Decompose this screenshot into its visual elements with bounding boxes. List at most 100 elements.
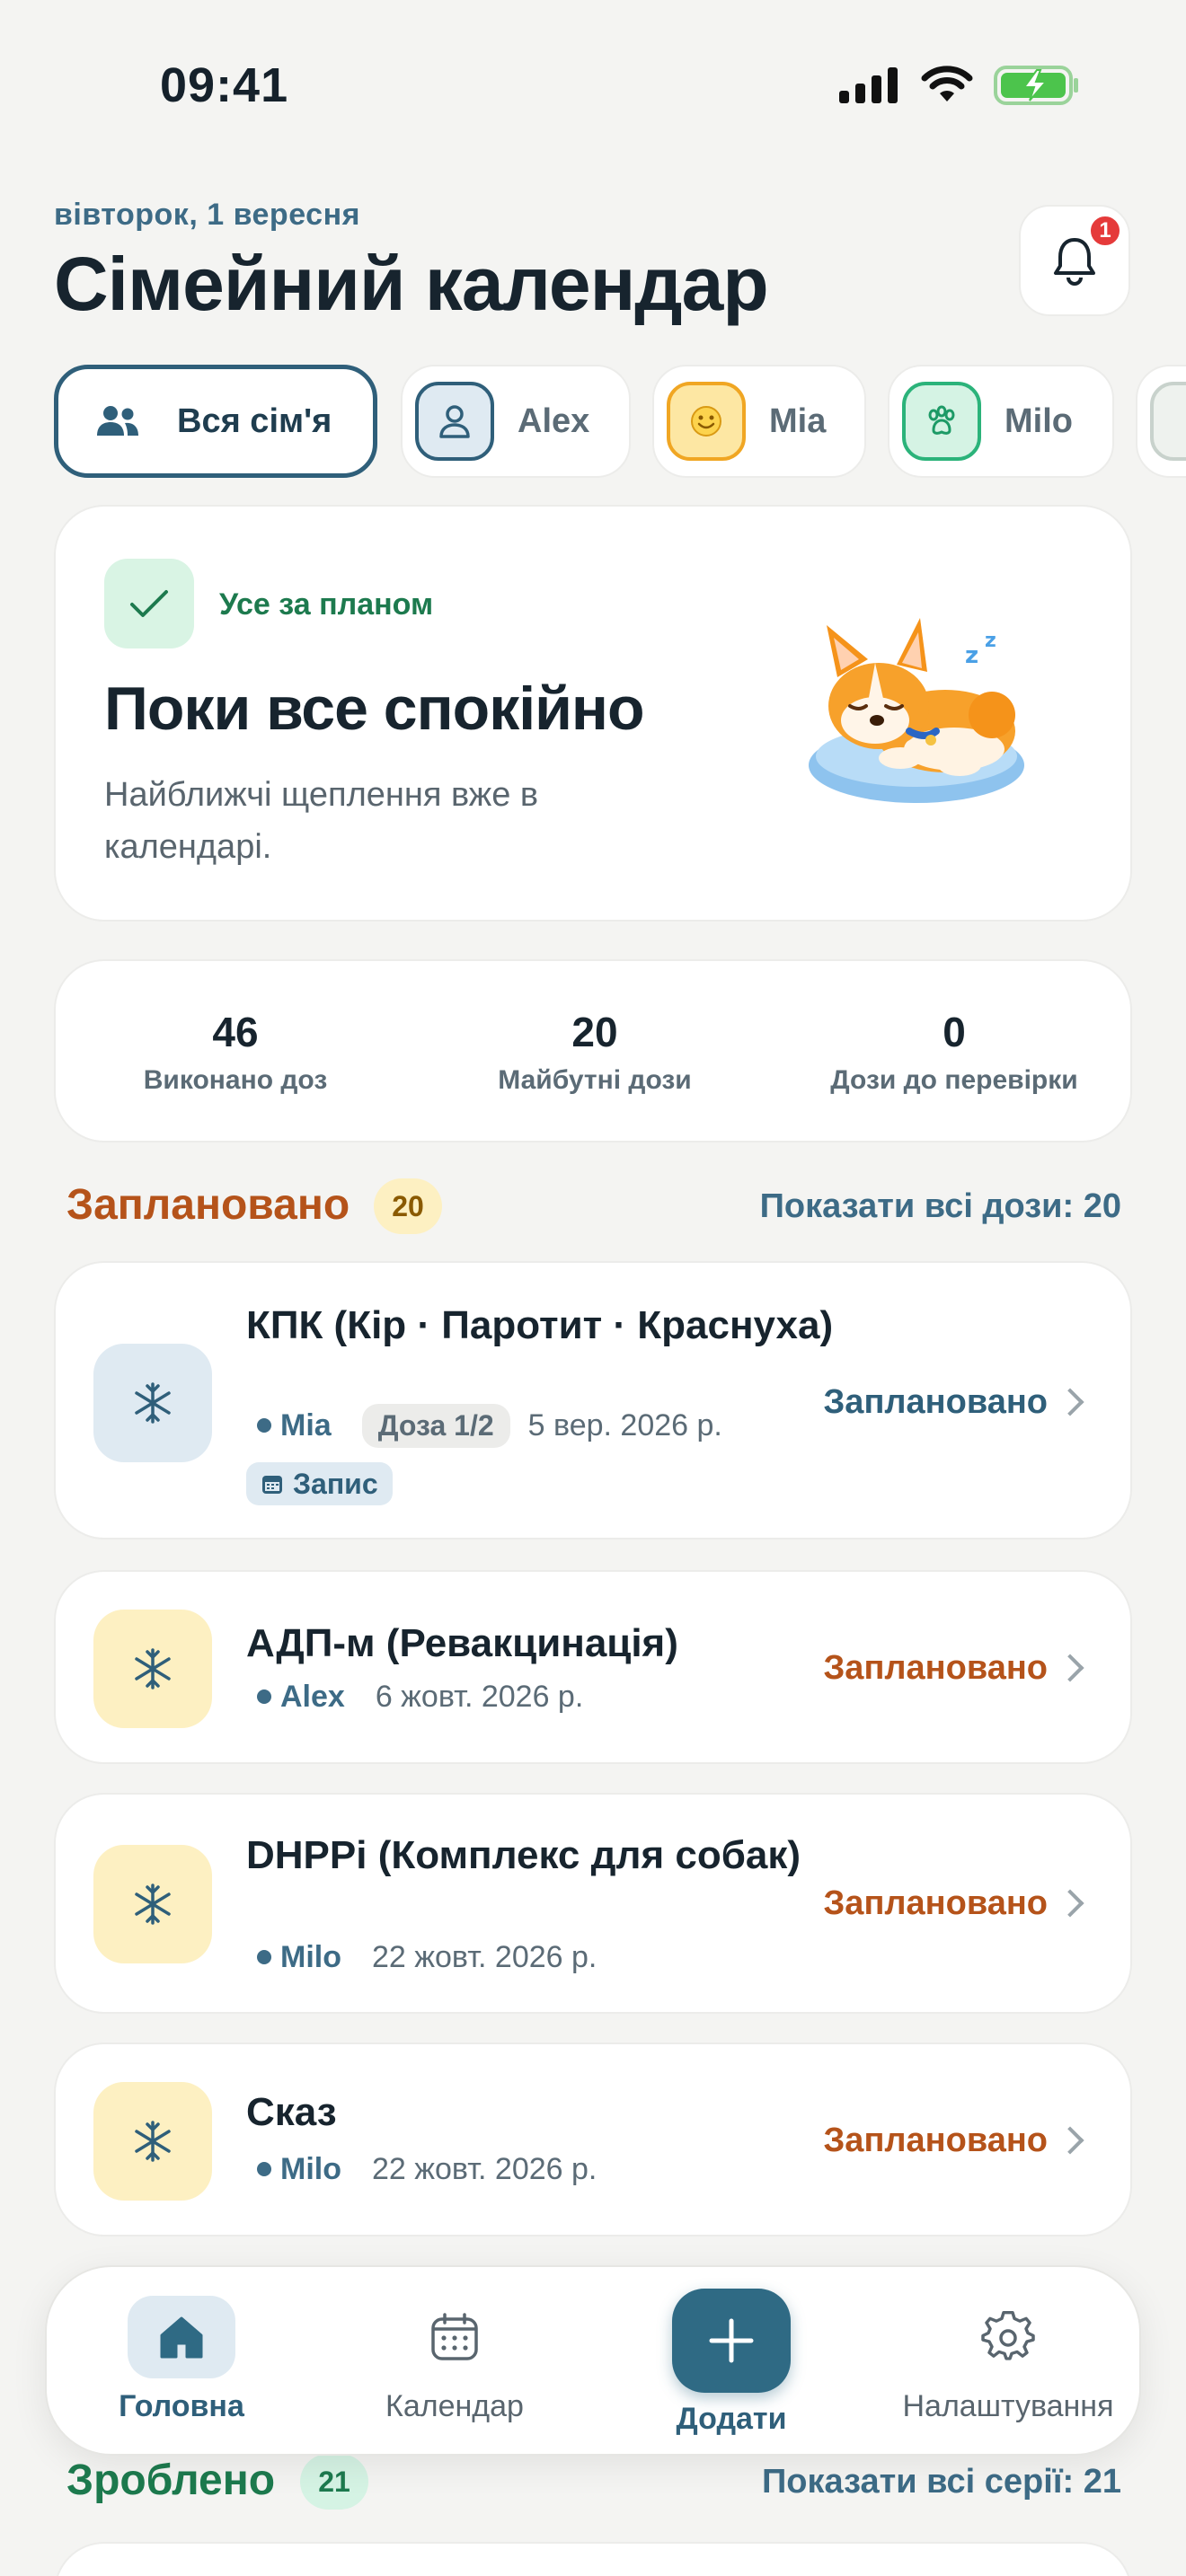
signal-icon [839,67,898,103]
dose-date: 22 жовт. 2026 р. [371,1939,597,1974]
bottom-navigation: Головна Календар Додати Налаштування [45,2265,1141,2456]
show-all-series-link[interactable]: Показати всі серії: 21 [762,2463,1121,2501]
chip-label: Alex [518,401,590,440]
vaccine-icon-badge [93,2082,212,2201]
add-button[interactable] [672,2289,791,2393]
dose-meta: Mia Доза 1/2 5 вер. 2026 р. [257,1403,722,1448]
stat-label: Дози до перевірки [830,1065,1078,1095]
sleeping-corgi-illustration: z z [809,618,1024,803]
dose-stats-card: 46 Виконано доз 20 Майбутні дози 0 Дози … [54,959,1132,1142]
stat-label: Майбутні дози [498,1065,692,1095]
stat-to-review[interactable]: 0 Дози до перевірки [774,1008,1134,1096]
vaccine-icon [135,2121,171,2162]
chip-all-family[interactable]: Вся сім'я [54,365,377,478]
current-date: вівторок, 1 вересня [54,198,360,232]
avatar-more [1150,382,1186,461]
stat-value: 0 [943,1009,966,1055]
nav-home-highlight [128,2296,235,2378]
status-hero-card: Усе за планом Поки все спокійно Найближч… [54,505,1132,922]
appointment-label: Запис [293,1467,378,1500]
dose-member: Milo [280,1939,341,1974]
wifi-icon [921,66,973,101]
dose-card[interactable]: DHPPi (Комплекс для собак) Milo 22 жовт.… [54,1793,1132,2014]
dose-date: 5 вер. 2026 р. [527,1407,722,1442]
done-section-title: Зроблено [66,2457,276,2504]
gear-icon [981,2311,1035,2360]
appointment-chip: Запис [246,1462,393,1505]
chip-milo[interactable]: Milo [888,365,1114,478]
nav-calendar[interactable]: Календар [365,2267,544,2457]
dose-member: Alex [280,1679,345,1714]
battery-charging-icon [994,66,1078,105]
hero-subtitle: Найближчі щеплення вже в календарі. [104,776,539,866]
stat-completed[interactable]: 46 Виконано доз [56,1008,415,1096]
notification-badge: 1 [1088,214,1122,248]
member-dot [257,1418,271,1433]
planned-count-badge: 20 [374,1178,442,1234]
dose-date: 22 жовт. 2026 р. [371,2151,597,2186]
dose-status: Заплановано [823,2122,1049,2159]
nav-label: Головна [119,2389,244,2423]
home-icon [160,2316,203,2359]
chip-label: Mia [769,401,827,440]
show-all-doses-link[interactable]: Показати всі дози: 20 [760,1187,1121,1226]
dose-title: КПК (Кір · Паротит · Краснуха) [246,1303,834,1347]
nav-label: Календар [385,2389,524,2423]
hero-title: Поки все спокійно [104,675,645,743]
chevron-right-icon [1056,1388,1084,1416]
nav-add[interactable]: Додати [642,2267,821,2457]
vaccine-icon [135,1883,171,1925]
smile-icon [691,406,721,437]
check-badge [104,559,194,648]
calendar-icon [431,2313,478,2360]
dose-member: Milo [280,2151,341,2186]
nav-calendar-icon-wrap [401,2296,509,2378]
member-dot [257,1950,271,1964]
member-filter: Вся сім'я Alex Mia Milo [54,365,1186,478]
avatar-mia [667,382,746,461]
people-icon [97,406,138,436]
avatar-alex [415,382,494,461]
avatar-milo [902,382,981,461]
dose-meta: Alex 6 жовт. 2026 р. [257,1674,583,1719]
chevron-right-icon [1056,1654,1084,1682]
vaccine-icon-badge [93,1845,212,1963]
dose-card[interactable]: КПК (Кір · Паротит · Краснуха) Mia Доза … [54,1261,1132,1539]
dose-card[interactable]: Сказ Milo 22 жовт. 2026 р. Заплановано [54,2042,1132,2236]
dose-member: Mia [280,1407,332,1442]
status-time: 09:41 [160,58,289,112]
stat-value: 46 [212,1009,259,1055]
planned-section-title: Заплановано [66,1181,350,1229]
bell-icon [1054,238,1095,286]
nav-label: Налаштування [902,2389,1114,2423]
plus-icon [709,2318,754,2363]
vaccine-icon-badge [93,1610,212,1728]
vaccine-icon [135,1648,171,1689]
nav-settings-icon-wrap [954,2296,1062,2378]
paw-icon [928,405,955,435]
nav-home[interactable]: Головна [92,2267,271,2457]
person-icon [439,405,470,438]
member-dot [257,1689,271,1704]
stat-value: 20 [571,1009,618,1055]
chip-mia[interactable]: Mia [652,365,866,478]
chip-alex[interactable]: Alex [401,365,631,478]
dose-card[interactable]: АДП-м (Ревакцинація) Alex 6 жовт. 2026 р… [54,1570,1132,1764]
stat-label: Виконано доз [143,1065,328,1095]
page-title: Сімейний календар [54,242,769,326]
chip-more[interactable] [1136,365,1186,478]
dose-meta: Milo 22 жовт. 2026 р. [257,1935,597,1980]
dose-title: Сказ [246,2090,337,2134]
nav-settings[interactable]: Налаштування [891,2267,1125,2457]
stat-upcoming[interactable]: 20 Майбутні дози [415,1008,774,1096]
chevron-right-icon [1056,1889,1084,1918]
chevron-right-icon [1056,2126,1084,2155]
hero-status: Усе за планом [219,587,434,622]
member-dot [257,2162,271,2176]
check-icon [130,590,168,617]
nav-label: Додати [676,2402,787,2436]
chip-label: Вся сім'я [177,401,332,440]
done-dose-card[interactable] [54,2542,1132,2576]
dose-date: 6 жовт. 2026 р. [375,1679,584,1714]
done-count-badge: 21 [300,2454,368,2510]
